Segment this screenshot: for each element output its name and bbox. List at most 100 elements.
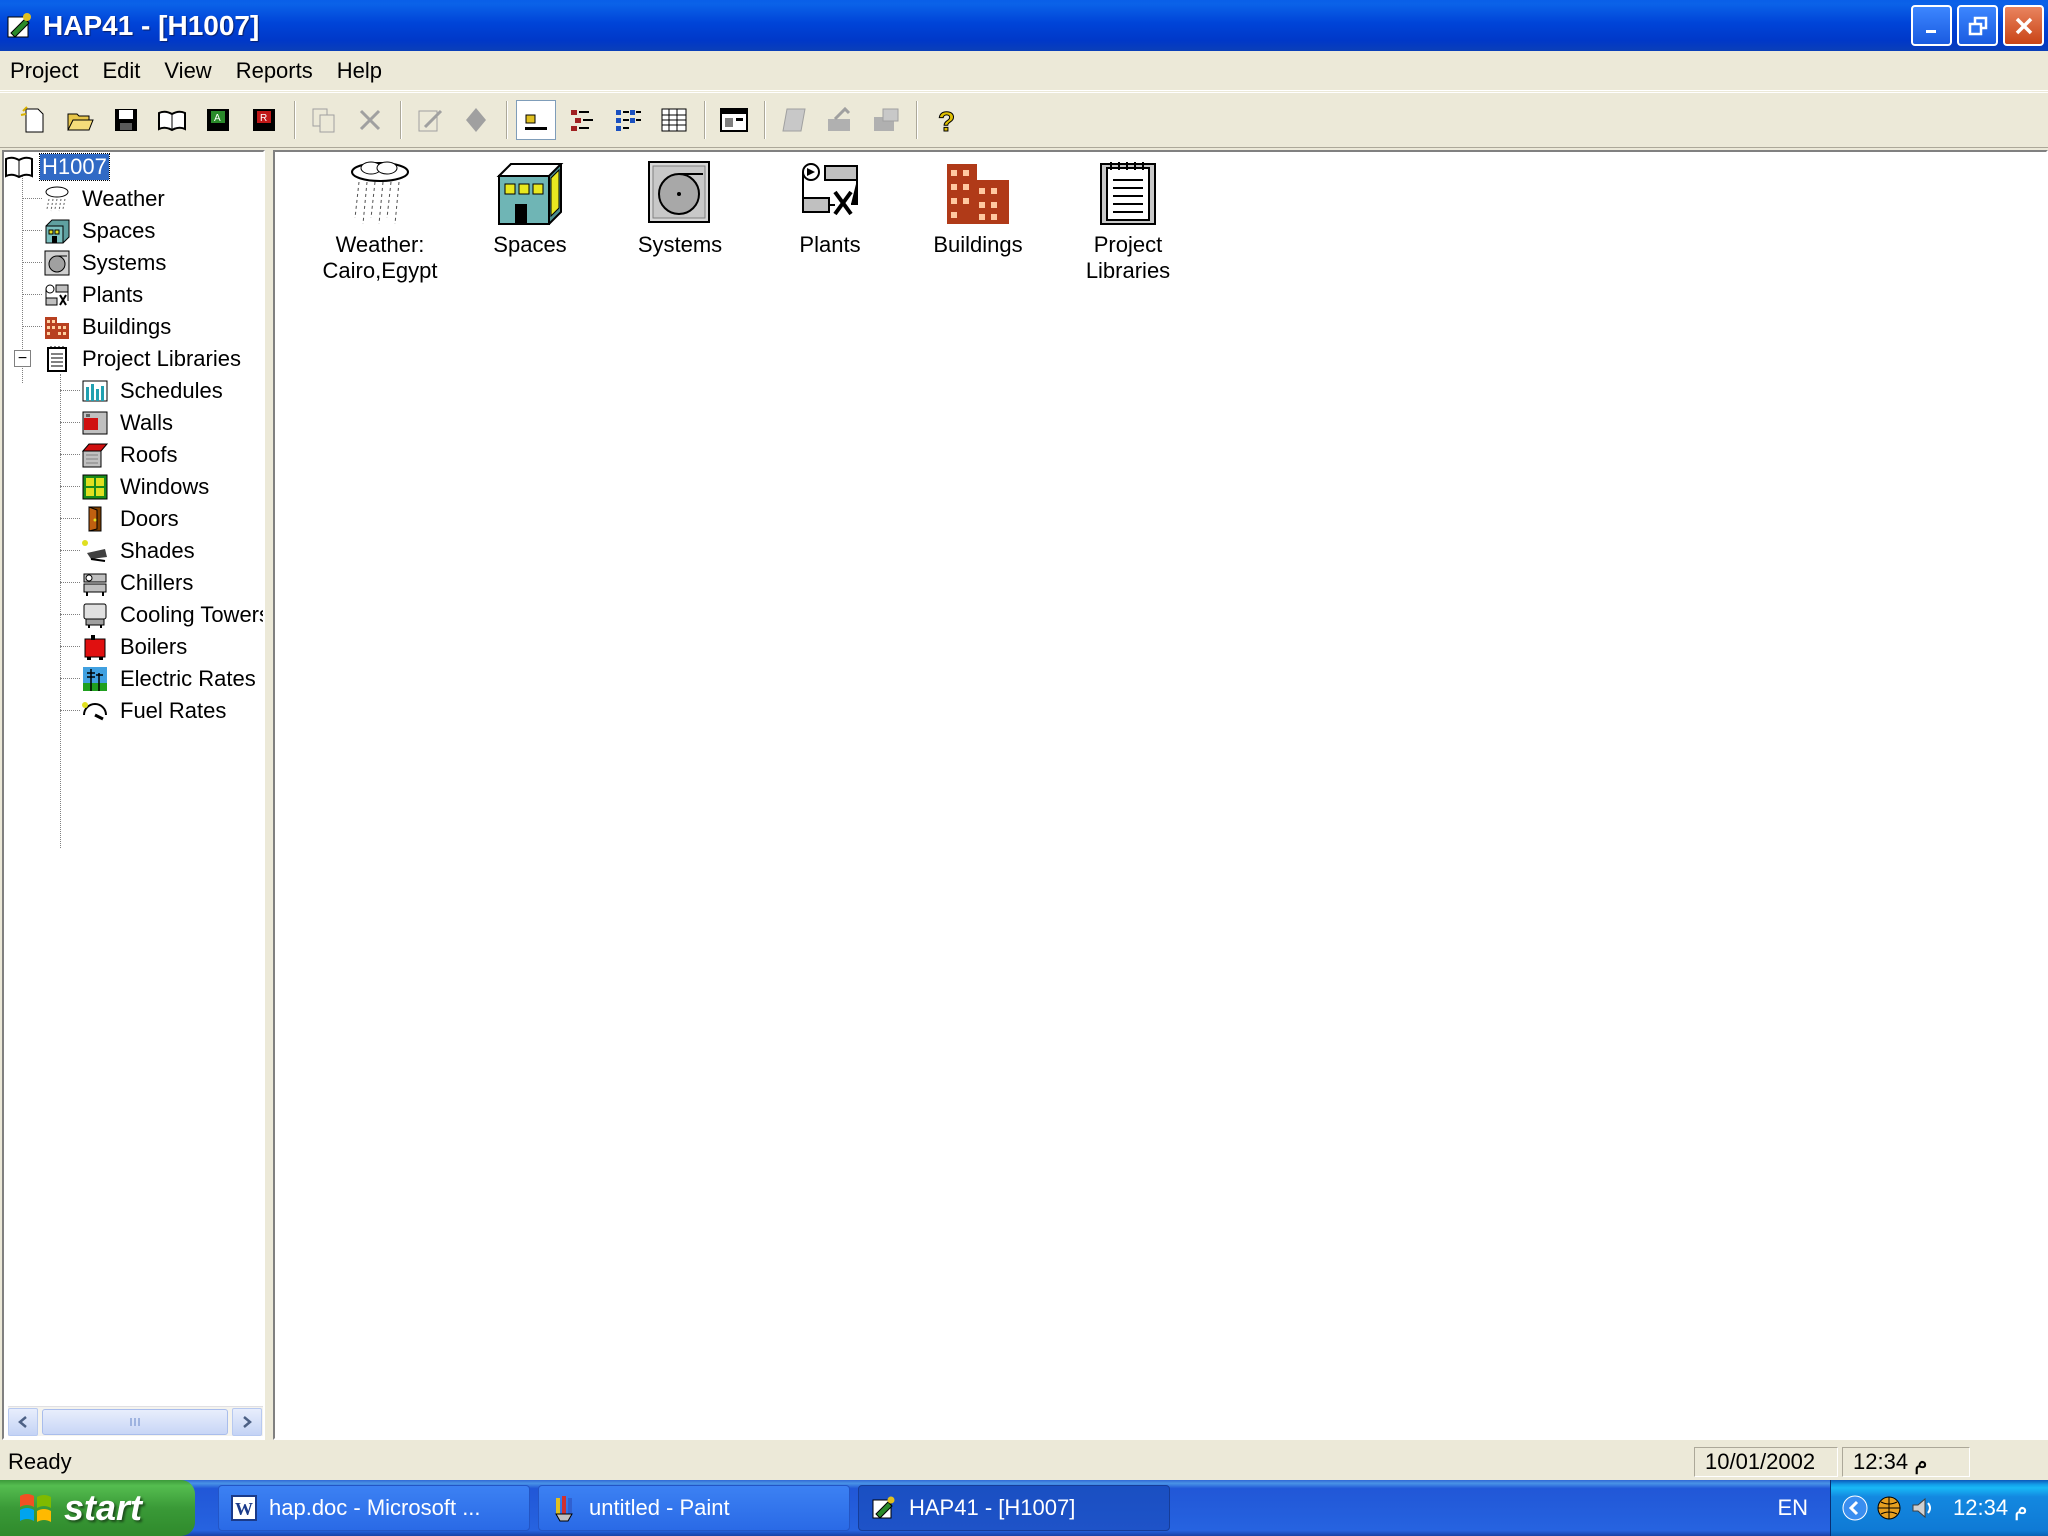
tree-root[interactable]: H1007 xyxy=(4,152,110,182)
large-icons-button[interactable] xyxy=(516,100,556,140)
collapse-toggle[interactable]: − xyxy=(14,350,31,367)
scroll-left-button[interactable] xyxy=(8,1407,38,1436)
tree-connector xyxy=(60,550,80,551)
tree-item-label: Boilers xyxy=(120,634,188,659)
menu-help[interactable]: Help xyxy=(325,52,394,90)
close-project-button[interactable]: R xyxy=(244,100,284,140)
close-button[interactable] xyxy=(2003,5,2044,46)
tree-item-plants[interactable]: Plants xyxy=(42,280,143,310)
task-hap41[interactable]: HAP41 - [H1007] xyxy=(858,1485,1170,1531)
tree-item-project-libraries[interactable]: Project Libraries xyxy=(42,344,241,374)
tree-root-label[interactable]: H1007 xyxy=(39,153,110,181)
menu-project[interactable]: Project xyxy=(0,52,90,90)
fan-system-icon xyxy=(42,248,72,278)
space-room-icon xyxy=(495,158,565,228)
delete-button[interactable] xyxy=(350,100,390,140)
open-project-button[interactable] xyxy=(60,100,100,140)
windows-logo-icon xyxy=(20,1494,51,1522)
chevron-left-icon xyxy=(18,1415,27,1428)
tree-item-spaces[interactable]: Spaces xyxy=(42,216,155,246)
taskbar: start W hap.doc - Microsoft ... untitled… xyxy=(0,1480,2048,1536)
tree-connector xyxy=(60,582,80,583)
tree-item-doors[interactable]: Doors xyxy=(80,504,179,534)
menu-edit[interactable]: Edit xyxy=(90,52,152,90)
tree-item-roofs[interactable]: Roofs xyxy=(80,440,177,470)
tree-item-label: Schedules xyxy=(120,378,223,403)
tree-item-buildings[interactable]: Buildings xyxy=(42,312,171,342)
main-content-pane[interactable]: Weather: Cairo,Egypt Spaces Systems Plan… xyxy=(273,150,2048,1440)
door-icon xyxy=(80,504,110,534)
edit-button[interactable] xyxy=(410,100,450,140)
project-tree[interactable]: H1007 Weather Spaces Systems Plants Buil… xyxy=(2,150,265,1440)
library-notepad-icon xyxy=(42,344,72,374)
chiller-icon xyxy=(80,568,110,598)
tree-item-fuel-rates[interactable]: Fuel Rates xyxy=(80,696,226,726)
toolbar-separator xyxy=(704,101,706,139)
scroll-right-button[interactable] xyxy=(232,1407,262,1436)
save-as-button[interactable]: A xyxy=(198,100,238,140)
chevron-left-icon xyxy=(1842,1495,1868,1521)
tree-item-cooling-towers[interactable]: Cooling Towers xyxy=(80,600,263,630)
properties-button[interactable] xyxy=(456,100,496,140)
svg-text:W: W xyxy=(235,1499,253,1519)
building-icon xyxy=(42,312,72,342)
print-preview-button[interactable] xyxy=(714,100,754,140)
buildings-item[interactable]: Buildings xyxy=(903,158,1053,258)
volume-speaker-icon[interactable] xyxy=(1909,1494,1937,1522)
calculate-button[interactable] xyxy=(820,100,860,140)
open-book-button[interactable] xyxy=(152,100,192,140)
print-icon xyxy=(874,108,899,131)
tree-item-schedules[interactable]: Schedules xyxy=(80,376,223,406)
list-icon xyxy=(616,110,641,131)
language-indicator[interactable]: EN xyxy=(1777,1480,1808,1536)
tree-connector xyxy=(22,230,42,231)
tree-item-label: Doors xyxy=(120,506,179,531)
task-paint[interactable]: untitled - Paint xyxy=(538,1485,850,1531)
copy-button[interactable] xyxy=(304,100,344,140)
systems-item[interactable]: Systems xyxy=(605,158,755,258)
tree-item-electric-rates[interactable]: Electric Rates xyxy=(80,664,256,694)
spaces-item[interactable]: Spaces xyxy=(455,158,605,258)
title-bar[interactable]: HAP41 - [H1007] xyxy=(0,0,2048,51)
tray-expand-button[interactable] xyxy=(1841,1494,1869,1522)
restore-button[interactable] xyxy=(1957,5,1998,46)
task-word-document[interactable]: W hap.doc - Microsoft ... xyxy=(218,1485,530,1531)
tree-item-systems[interactable]: Systems xyxy=(42,248,166,278)
small-icons-button[interactable] xyxy=(562,100,602,140)
new-project-button[interactable] xyxy=(14,100,54,140)
plants-item[interactable]: Plants xyxy=(755,158,905,258)
tree-item-windows[interactable]: Windows xyxy=(80,472,209,502)
tray-clock[interactable]: 12:34 م xyxy=(1953,1495,2028,1521)
scroll-thumb[interactable] xyxy=(42,1408,228,1435)
tree-item-shades[interactable]: Shades xyxy=(80,536,195,566)
minimize-button[interactable] xyxy=(1911,5,1952,46)
tree-item-label: Plants xyxy=(82,282,144,307)
report-button[interactable] xyxy=(774,100,814,140)
svg-text:R: R xyxy=(260,113,267,124)
start-button[interactable]: start xyxy=(0,1480,195,1536)
hap-app-icon[interactable] xyxy=(5,11,35,41)
tree-item-weather[interactable]: Weather xyxy=(42,184,165,214)
copy-icon xyxy=(312,108,335,133)
schedule-chart-icon xyxy=(80,376,110,406)
project-libraries-item[interactable]: Project Libraries xyxy=(1053,158,1203,284)
panel-splitter[interactable] xyxy=(265,150,273,1440)
menu-reports[interactable]: Reports xyxy=(224,52,325,90)
tree-horizontal-scrollbar[interactable] xyxy=(8,1406,263,1436)
minimize-icon xyxy=(1925,29,1936,33)
weather-item[interactable]: Weather: Cairo,Egypt xyxy=(305,158,455,284)
tree-item-boilers[interactable]: Boilers xyxy=(80,632,187,662)
menu-view[interactable]: View xyxy=(152,52,223,90)
task-label: HAP41 - [H1007] xyxy=(909,1495,1076,1520)
save-button[interactable] xyxy=(106,100,146,140)
list-button[interactable] xyxy=(608,100,648,140)
boiler-icon xyxy=(80,632,110,662)
print-button[interactable] xyxy=(866,100,906,140)
help-button[interactable]: ? xyxy=(926,100,966,140)
status-time: 12:34 م xyxy=(1842,1447,1970,1477)
details-button[interactable] xyxy=(654,100,694,140)
tree-item-chillers[interactable]: Chillers xyxy=(80,568,193,598)
network-globe-icon[interactable] xyxy=(1875,1494,1903,1522)
print-preview-icon xyxy=(720,108,748,132)
tree-item-walls[interactable]: Walls xyxy=(80,408,173,438)
